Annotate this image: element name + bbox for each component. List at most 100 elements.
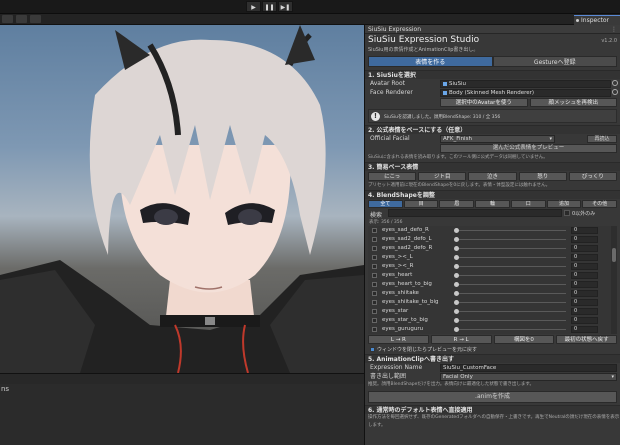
face-renderer-field[interactable]: Body (Skinned Mesh Renderer) bbox=[440, 89, 611, 97]
slider-handle[interactable] bbox=[454, 300, 459, 305]
category-outline[interactable]: 輪 bbox=[475, 200, 510, 208]
blendshape-slider[interactable] bbox=[456, 293, 566, 294]
object-picker-icon[interactable] bbox=[612, 80, 618, 86]
blendshape-slider[interactable] bbox=[456, 284, 566, 285]
category-other[interactable]: その他 bbox=[582, 200, 618, 208]
blendshape-checkbox[interactable] bbox=[372, 246, 377, 251]
category-extra[interactable]: 追加 bbox=[546, 200, 582, 208]
slider-handle[interactable] bbox=[454, 309, 459, 314]
blendshape-checkbox[interactable] bbox=[372, 255, 377, 260]
blendshape-name: eyes_sad_defo_R bbox=[382, 227, 429, 233]
blendshape-list[interactable]: eyes_sad_defo_R 0 eyes_sad2_defo_L 0 eyes_sa… bbox=[368, 226, 617, 334]
blendshape-value[interactable]: 0 bbox=[571, 317, 598, 324]
step-button[interactable]: ▶❚ bbox=[278, 1, 293, 12]
blendshape-checkbox[interactable] bbox=[372, 318, 377, 323]
pause-button[interactable]: ❚❚ bbox=[262, 1, 277, 12]
blendshape-checkbox[interactable] bbox=[372, 327, 377, 332]
blendshape-value[interactable]: 0 bbox=[571, 281, 598, 288]
blendshape-value[interactable]: 0 bbox=[571, 299, 598, 306]
blendshape-checkbox[interactable] bbox=[372, 237, 377, 242]
scene-view[interactable] bbox=[0, 25, 364, 373]
restore-initial-button[interactable]: 最初の状態へ戻す bbox=[556, 335, 617, 344]
object-picker-icon[interactable] bbox=[612, 89, 618, 95]
blendshape-value[interactable]: 0 bbox=[571, 308, 598, 315]
blendshape-slider[interactable] bbox=[456, 248, 566, 249]
blendshape-slider[interactable] bbox=[456, 320, 566, 321]
blendshape-value[interactable]: 0 bbox=[571, 272, 598, 279]
blendshape-checkbox[interactable] bbox=[372, 273, 377, 278]
blendshape-slider[interactable] bbox=[456, 257, 566, 258]
preset-jitome-button[interactable]: ジト目 bbox=[418, 172, 467, 181]
panel-header: SiuSiu Expression ⋮ bbox=[365, 25, 620, 34]
preview-official-button[interactable]: 選んだ公式表情をプレビュー bbox=[440, 144, 617, 153]
slider-handle[interactable] bbox=[454, 282, 459, 287]
nonzero-only-checkbox[interactable] bbox=[564, 210, 570, 216]
expression-panel: SiuSiu Expression ⋮ SiuSiu Expression St… bbox=[364, 25, 620, 445]
slider-handle[interactable] bbox=[454, 237, 459, 242]
play-button[interactable]: ▶ bbox=[246, 1, 261, 12]
blendshape-checkbox[interactable] bbox=[372, 264, 377, 269]
blendshape-slider[interactable] bbox=[456, 311, 566, 312]
copy-left-to-right-button[interactable]: L → R bbox=[368, 335, 429, 344]
category-brows[interactable]: 眉 bbox=[439, 200, 475, 208]
avatar-root-field[interactable]: SiuSiu bbox=[440, 80, 611, 88]
blendshape-value[interactable]: 0 bbox=[571, 263, 598, 270]
scrollbar-thumb[interactable] bbox=[612, 248, 616, 262]
tab-inspector[interactable]: Inspector bbox=[574, 15, 620, 25]
create-anim-button[interactable]: .animを作成 bbox=[368, 391, 617, 403]
blendshape-checkbox[interactable] bbox=[372, 282, 377, 287]
category-mouth[interactable]: 口 bbox=[510, 200, 546, 208]
reset-zero-button[interactable]: 構図を0 bbox=[493, 335, 555, 344]
blendshape-slider[interactable] bbox=[456, 230, 566, 231]
scene-tool-button[interactable] bbox=[2, 15, 13, 23]
blendshape-value[interactable]: 0 bbox=[571, 227, 598, 234]
slider-handle[interactable] bbox=[454, 246, 459, 251]
export-range-dropdown[interactable]: Facial Only ▾ bbox=[440, 373, 617, 381]
scrollbar[interactable] bbox=[611, 226, 617, 334]
blendshape-checkbox[interactable] bbox=[372, 309, 377, 314]
restore-preview-toggle[interactable]: ウィンドウを閉じたらプレビューを元に戻す bbox=[368, 345, 617, 354]
blendshape-slider[interactable] bbox=[456, 239, 566, 240]
slider-handle[interactable] bbox=[454, 255, 459, 260]
scene-tool-button[interactable] bbox=[16, 15, 27, 23]
blendshape-slider[interactable] bbox=[456, 329, 566, 330]
search-input[interactable] bbox=[388, 209, 562, 217]
restore-preview-checkbox[interactable] bbox=[370, 347, 375, 352]
menu-icon[interactable]: ⋮ bbox=[611, 25, 617, 34]
blendshape-value[interactable]: 0 bbox=[571, 236, 598, 243]
redetect-face-mesh-button[interactable]: 顔メッシュを再検出 bbox=[529, 98, 617, 107]
blendshape-checkbox[interactable] bbox=[372, 300, 377, 305]
mirror-buttons: L → R R → L 構図を0 最初の状態へ戻す bbox=[368, 335, 617, 344]
blendshape-checkbox[interactable] bbox=[372, 291, 377, 296]
blendshape-value[interactable]: 0 bbox=[571, 254, 598, 261]
preset-cry-button[interactable]: 泣き bbox=[468, 172, 517, 181]
preset-smile-button[interactable]: にこっ bbox=[368, 172, 417, 181]
preset-surprise-button[interactable]: びっくり bbox=[568, 172, 618, 181]
category-all[interactable]: 全て bbox=[368, 200, 403, 208]
slider-handle[interactable] bbox=[454, 264, 459, 269]
slider-handle[interactable] bbox=[454, 291, 459, 296]
blendshape-value[interactable]: 0 bbox=[571, 245, 598, 252]
blendshape-slider[interactable] bbox=[456, 266, 566, 267]
blendshape-checkbox[interactable] bbox=[372, 228, 377, 233]
blendshape-row: eyes_heart 0 bbox=[368, 271, 617, 280]
official-facial-dropdown[interactable]: AFK_Finish ▾ bbox=[440, 135, 555, 143]
slider-handle[interactable] bbox=[454, 327, 459, 332]
slider-handle[interactable] bbox=[454, 318, 459, 323]
blendshape-slider[interactable] bbox=[456, 302, 566, 303]
bottom-tab-label: ns bbox=[1, 385, 10, 393]
expression-name-input[interactable]: SiuSiu_CustomFace bbox=[440, 364, 617, 372]
slider-handle[interactable] bbox=[454, 228, 459, 233]
preset-angry-button[interactable]: 怒り bbox=[518, 172, 567, 181]
blendshape-slider[interactable] bbox=[456, 275, 566, 276]
blendshape-value[interactable]: 0 bbox=[571, 326, 598, 333]
scene-tool-button[interactable] bbox=[30, 15, 41, 23]
use-selected-avatar-button[interactable]: 選択中のAvatarを使う bbox=[440, 98, 528, 107]
category-eyes[interactable]: 目 bbox=[403, 200, 439, 208]
reload-button[interactable]: 再読込 bbox=[587, 135, 617, 143]
copy-right-to-left-button[interactable]: R → L bbox=[430, 335, 492, 344]
tab-gesture-register[interactable]: Gestureへ登録 bbox=[492, 56, 617, 67]
slider-handle[interactable] bbox=[454, 273, 459, 278]
tab-create-expression[interactable]: 表情を作る bbox=[368, 56, 493, 67]
blendshape-value[interactable]: 0 bbox=[571, 290, 598, 297]
